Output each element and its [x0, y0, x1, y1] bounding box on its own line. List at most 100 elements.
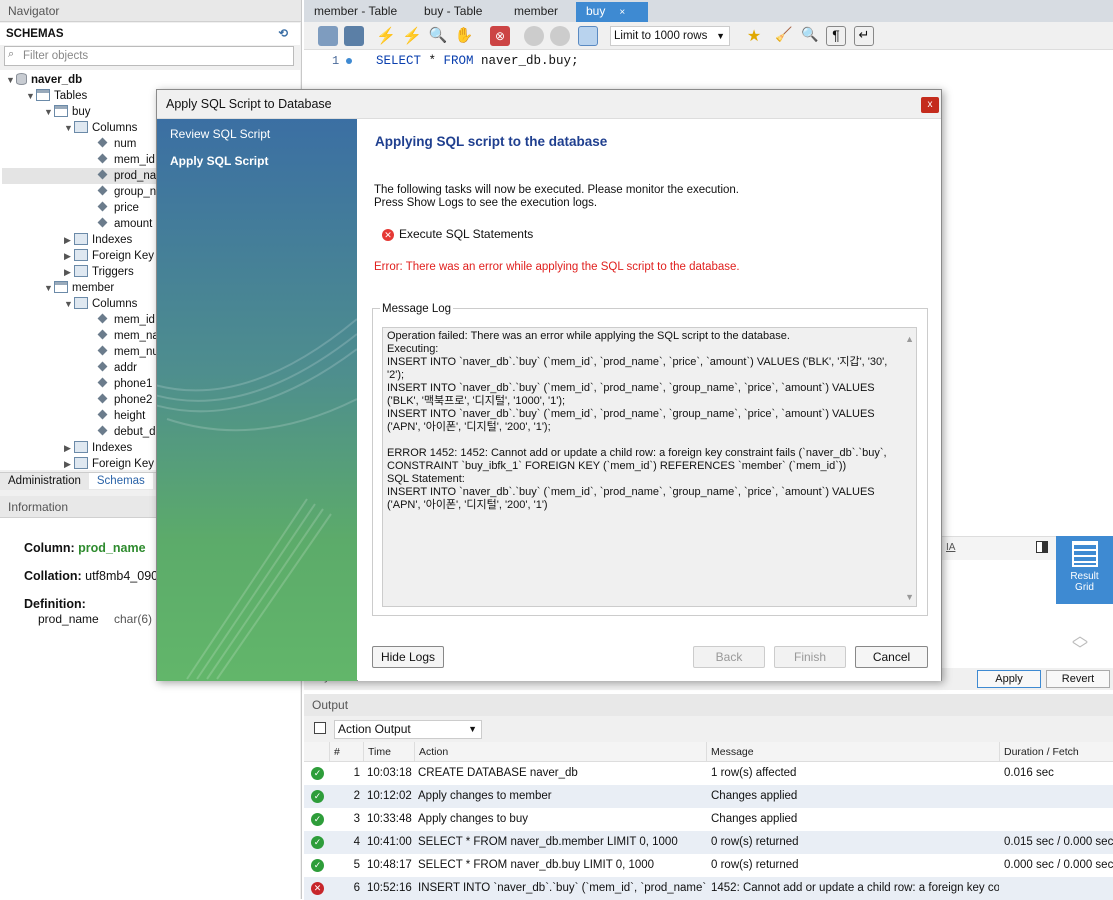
message-log-area[interactable]: Operation failed: There was an error whi… [382, 327, 917, 607]
cancel-button[interactable]: Cancel [855, 646, 928, 668]
tree-table-member[interactable]: ▼ member [44, 280, 114, 296]
refresh-icon[interactable]: ⟲ [278, 23, 288, 45]
tree-column[interactable]: phone1 [96, 376, 152, 392]
header-duration[interactable]: Duration / Fetch [1000, 742, 1113, 762]
column-icon [97, 361, 108, 372]
revert-button[interactable]: Revert [1046, 670, 1110, 688]
tab-buy-table[interactable]: buy - Table [414, 2, 492, 22]
header-number[interactable]: # [330, 742, 364, 762]
tree-tables[interactable]: ▼ Tables [26, 88, 87, 104]
expand-arrow-icon[interactable]: ▼ [6, 72, 16, 88]
collapse-arrow-icon[interactable]: ▶ [64, 232, 74, 248]
apply-button[interactable]: Apply [977, 670, 1041, 688]
tree-columns[interactable]: ▼ Columns [64, 296, 137, 312]
output-mode-select[interactable]: Action Output ▼ [334, 720, 482, 739]
output-row[interactable]: ✓ 5 10:48:17 SELECT * FROM naver_db.buy LIM… [304, 854, 1113, 877]
explain-icon[interactable]: 🔍 [428, 26, 448, 46]
expand-arrow-icon[interactable]: ▼ [64, 296, 74, 312]
collapse-arrow-icon[interactable]: ▶ [64, 440, 74, 456]
copy-icon[interactable] [314, 722, 326, 734]
tree-table-buy[interactable]: ▼ buy [44, 104, 91, 120]
tree-foreign-keys[interactable]: ▶ Foreign Key [64, 456, 154, 470]
find-icon[interactable]: 🔍 [800, 26, 820, 46]
stop-icon[interactable]: ✋ [454, 26, 474, 46]
output-row[interactable]: ✕ 6 10:52:16 INSERT INTO `naver_db`.`buy` (… [304, 877, 1113, 900]
save-icon[interactable] [344, 26, 364, 46]
tree-triggers[interactable]: ▶ Triggers [64, 264, 134, 280]
wrap-cell-icon[interactable]: IA [946, 542, 955, 553]
tree-db-naver-db[interactable]: ▼ naver_db [6, 72, 82, 88]
tree-column[interactable]: addr [96, 360, 137, 376]
sql-toolbar: ⚡ ⚡ 🔍 ✋ ⊗ Limit to 1000 rows ▼ ★ 🧹 🔍 ¶ ↵ [304, 22, 1113, 50]
tree-column[interactable]: group_n [96, 184, 156, 200]
output-row[interactable]: ✓ 1 10:03:18 CREATE DATABASE naver_db 1 row(… [304, 762, 1113, 785]
output-row[interactable]: ✓ 3 10:33:48 Apply changes to buy Changes ap… [304, 808, 1113, 831]
result-grid-button[interactable]: Result Grid [1056, 536, 1113, 604]
header-message[interactable]: Message [707, 742, 1000, 762]
collapse-arrow-icon[interactable]: ▶ [64, 248, 74, 264]
filter-objects-input[interactable]: Filter objects [4, 46, 294, 66]
sql-statement[interactable]: SELECT * FROM naver_db.buy; [376, 54, 579, 68]
tab-buy-query[interactable]: buy × [576, 2, 648, 22]
execute-icon[interactable]: ⚡ [376, 26, 396, 46]
tree-column[interactable]: phone2 [96, 392, 152, 408]
execute-current-icon[interactable]: ⚡ [402, 26, 422, 46]
scroll-arrows-icon[interactable]: ︿ ﹀ [1072, 629, 1088, 659]
wizard-sidebar: Review SQL Script Apply SQL Script [157, 119, 357, 681]
output-cell-message: 0 row(s) returned [711, 859, 799, 871]
header-time[interactable]: Time [364, 742, 415, 762]
expand-arrow-icon[interactable]: ▼ [44, 280, 54, 296]
expand-arrow-icon[interactable]: ▼ [64, 120, 74, 136]
back-button[interactable]: Back [693, 646, 765, 668]
hide-logs-button[interactable]: Hide Logs [372, 646, 444, 668]
output-title: Output [304, 694, 1113, 716]
open-file-icon[interactable] [318, 26, 338, 46]
tree-column[interactable]: price [96, 200, 139, 216]
tree-column[interactable]: height [96, 408, 145, 424]
info-definition: Definition: [24, 597, 86, 611]
header-action[interactable]: Action [415, 742, 707, 762]
expand-arrow-icon[interactable]: ▼ [26, 88, 36, 104]
tab-administration[interactable]: Administration [0, 473, 89, 489]
invisible-chars-icon[interactable]: ¶ [826, 26, 846, 46]
scroll-down-icon[interactable]: ▼ [905, 592, 914, 602]
add-snippet-icon[interactable]: ★ [744, 26, 764, 46]
expand-arrow-icon[interactable]: ▼ [44, 104, 54, 120]
close-icon[interactable]: x [921, 97, 939, 113]
tree-column[interactable]: mem_nu [96, 344, 159, 360]
finish-button[interactable]: Finish [774, 646, 846, 668]
tree-foreign-keys[interactable]: ▶ Foreign Key [64, 248, 154, 264]
tree-column[interactable]: amount [96, 216, 152, 232]
tab-member-table[interactable]: member - Table [304, 2, 407, 22]
tree-column[interactable]: mem_id [96, 312, 155, 328]
wrap-lines-icon[interactable]: ↵ [854, 26, 874, 46]
description-line-1: The following tasks will now be executed… [374, 184, 740, 196]
tree-column[interactable]: debut_d [96, 424, 156, 440]
output-row[interactable]: ✓ 2 10:12:02 Apply changes to member Changes… [304, 785, 1113, 808]
rollback-icon[interactable] [550, 26, 570, 46]
limit-rows-select[interactable]: Limit to 1000 rows ▼ [610, 26, 730, 46]
commit-icon[interactable] [524, 26, 544, 46]
scroll-up-icon[interactable]: ▲ [905, 334, 914, 344]
toggle-error-icon[interactable]: ⊗ [490, 26, 510, 46]
tree-column[interactable]: mem_na [96, 328, 159, 344]
tree-indexes[interactable]: ▶ Indexes [64, 232, 132, 248]
output-cell-n: 6 [353, 882, 360, 894]
toggle-panel-icon[interactable] [1036, 541, 1048, 553]
output-row[interactable]: ✓ 4 10:41:00 SELECT * FROM naver_db.member … [304, 831, 1113, 854]
tab-schemas[interactable]: Schemas [88, 473, 153, 489]
indexes-label: Indexes [92, 234, 133, 246]
column-label: amount [114, 218, 153, 230]
beautify-icon[interactable]: 🧹 [774, 26, 794, 46]
column-icon [97, 217, 108, 228]
tree-column[interactable]: mem_id [96, 152, 155, 168]
tree-columns[interactable]: ▼ Columns [64, 120, 137, 136]
tree-indexes[interactable]: ▶ Indexes [64, 440, 132, 456]
collapse-arrow-icon[interactable]: ▶ [64, 456, 74, 470]
collapse-arrow-icon[interactable]: ▶ [64, 264, 74, 280]
column-label: phone1 [114, 378, 153, 390]
close-tab-icon[interactable]: × [619, 7, 625, 18]
tab-member-query[interactable]: member [504, 2, 568, 22]
tree-column[interactable]: num [96, 136, 136, 152]
autocommit-icon[interactable] [578, 26, 598, 46]
